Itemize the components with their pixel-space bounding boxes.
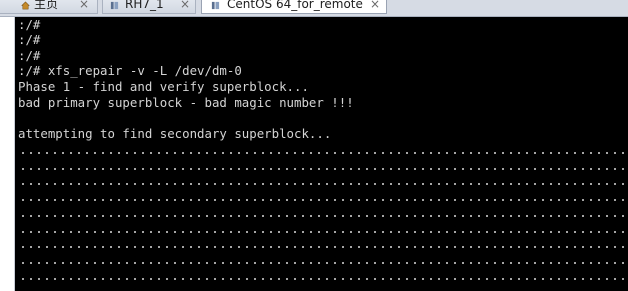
terminal-line: :/#	[18, 48, 41, 63]
window-left-edge	[0, 17, 15, 291]
vm-icon	[211, 1, 220, 10]
progress-dot-row	[19, 199, 625, 202]
progress-dot-row	[19, 230, 625, 233]
tab-centos-label: CentOS 64_for_remote	[227, 0, 363, 11]
progress-dot-row	[19, 183, 625, 186]
terminal-line: :/#	[18, 32, 41, 47]
terminal-line: attempting to find secondary superblock.…	[18, 126, 332, 141]
terminal-line: Phase 1 - find and verify superblock...	[18, 79, 309, 94]
vm-icon	[110, 1, 119, 10]
close-icon[interactable]: ×	[370, 0, 380, 13]
terminal-line: :/#	[18, 17, 41, 32]
vm-console-window: 主页 × RH7_1 × CentOS 64_for_remote × :/# …	[0, 0, 628, 291]
home-icon	[21, 1, 30, 10]
close-icon[interactable]: ×	[180, 0, 190, 13]
tab-home[interactable]: 主页 ×	[0, 0, 98, 14]
tab-home-label: 主页	[34, 0, 59, 11]
progress-dot-row	[19, 246, 625, 249]
terminal-line: bad primary superblock - bad magic numbe…	[18, 95, 354, 110]
tab-centos[interactable]: CentOS 64_for_remote ×	[201, 0, 387, 14]
progress-dot-row	[19, 167, 625, 170]
close-icon[interactable]: ×	[79, 0, 89, 13]
progress-dot-row	[19, 261, 625, 264]
tab-rh7[interactable]: RH7_1 ×	[102, 0, 196, 14]
tab-bar: 主页 × RH7_1 × CentOS 64_for_remote ×	[0, 0, 628, 17]
progress-dot-row	[19, 214, 625, 217]
terminal-console[interactable]: :/# :/# :/# :/# xfs_repair -v -L /dev/dm…	[15, 17, 628, 291]
tab-rh7-label: RH7_1	[125, 0, 164, 11]
progress-dot-row	[19, 277, 625, 280]
terminal-command-line: :/# xfs_repair -v -L /dev/dm-0	[18, 63, 242, 78]
progress-dot-row	[19, 152, 625, 154]
